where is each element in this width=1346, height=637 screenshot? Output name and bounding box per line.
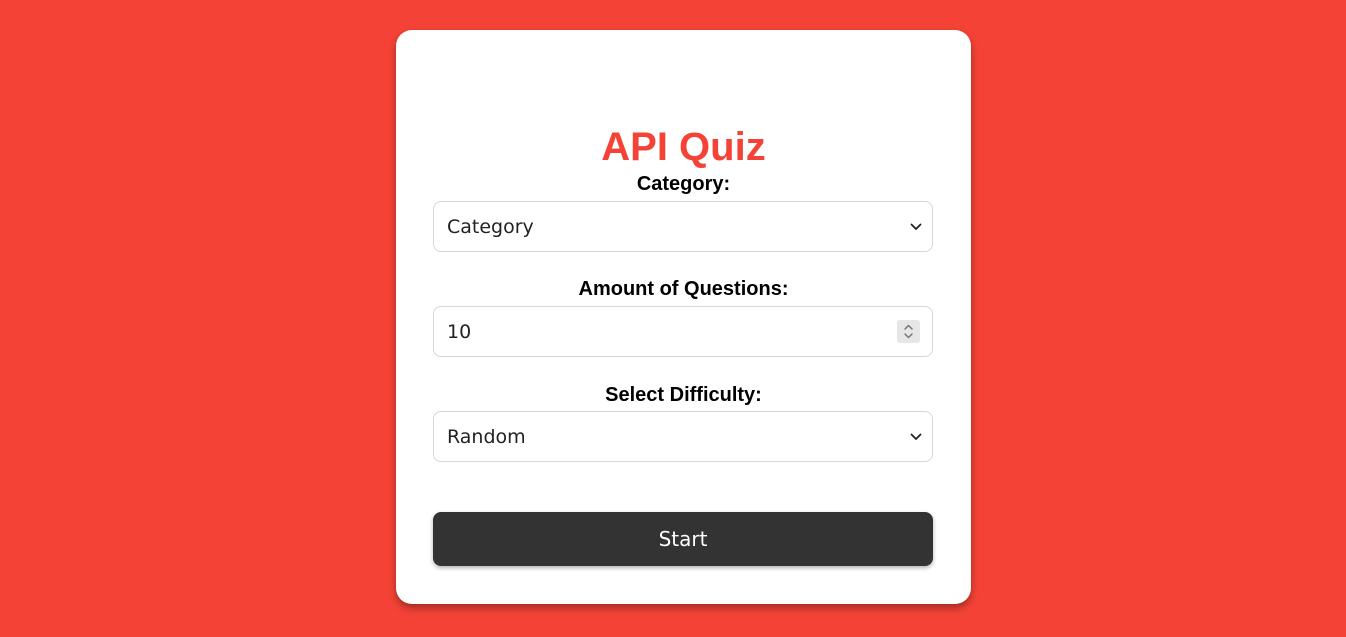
start-button[interactable]: Start <box>433 512 933 566</box>
chevron-down-icon <box>906 427 926 447</box>
difficulty-select[interactable]: Random <box>433 411 933 462</box>
category-label: Category: <box>636 173 731 195</box>
difficulty-label: Select Difficulty: <box>605 384 762 406</box>
chevron-down-icon <box>906 217 926 237</box>
amount-input[interactable]: 10 <box>433 306 933 357</box>
page-title: API Quiz <box>601 125 766 169</box>
quiz-card: API Quiz Category: Category Amount of Qu… <box>396 30 971 604</box>
amount-label: Amount of Questions: <box>578 278 789 300</box>
difficulty-select-value: Random <box>447 425 526 448</box>
amount-input-value: 10 <box>447 320 472 343</box>
category-select[interactable]: Category <box>433 201 933 252</box>
spinner-arrows-icon[interactable] <box>897 320 920 343</box>
category-select-value: Category <box>447 215 534 238</box>
